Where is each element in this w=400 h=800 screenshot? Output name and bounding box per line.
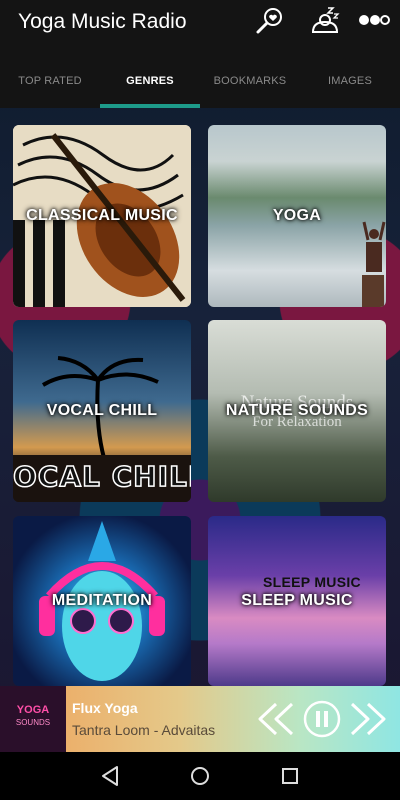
artwork-text-bottom: SOUNDS xyxy=(15,718,51,727)
genre-label: MEDITATION xyxy=(51,592,153,609)
tab-indicator xyxy=(100,104,200,108)
genre-card-meditation[interactable]: MEDITATION xyxy=(13,516,191,686)
previous-icon[interactable] xyxy=(256,700,296,738)
search-heart-icon[interactable] xyxy=(254,6,284,36)
next-icon[interactable] xyxy=(348,700,388,738)
app-bar: Yoga Music Radio TOP RATED GENRES BOOKMA… xyxy=(0,0,400,108)
vocal-chill-image-text: OCAL CHILLOU xyxy=(13,460,191,494)
back-icon[interactable] xyxy=(98,764,122,788)
genre-card-vocal-chill[interactable]: OCAL CHILLOU VOCAL CHILL xyxy=(13,320,191,502)
tab-bar: TOP RATED GENRES BOOKMARKS IMAGES xyxy=(0,68,400,108)
genre-label: YOGA xyxy=(272,207,322,224)
app-title: Yoga Music Radio xyxy=(18,10,187,33)
tab-bookmarks[interactable]: BOOKMARKS xyxy=(200,68,300,108)
app-root: Yoga Music Radio TOP RATED GENRES BOOKMA… xyxy=(0,0,400,800)
genre-card-sleep-music[interactable]: SLEEP MUSIC SLEEP MUSIC xyxy=(208,516,386,686)
genre-card-nature-sounds[interactable]: Nature Sounds For Relaxation NATURE SOUN… xyxy=(208,320,386,502)
tab-top-rated[interactable]: TOP RATED xyxy=(0,68,100,108)
genre-card-classical-music[interactable]: CLASSICAL MUSIC xyxy=(13,125,191,307)
home-icon[interactable] xyxy=(188,764,212,788)
track-artist: Tantra Loom - Advaitas xyxy=(72,722,216,738)
yoga-figure-icon xyxy=(362,221,386,307)
tab-genres[interactable]: GENRES xyxy=(100,68,200,108)
pause-icon[interactable] xyxy=(302,700,342,738)
artwork-text-top: YOGA xyxy=(16,704,50,716)
track-title: Flux Yoga xyxy=(72,700,138,716)
genre-label: NATURE SOUNDS xyxy=(225,402,369,419)
genre-label: SLEEP MUSIC xyxy=(241,592,353,609)
more-icon[interactable] xyxy=(358,10,390,30)
genre-label: CLASSICAL MUSIC xyxy=(26,207,178,224)
tab-images[interactable]: IMAGES xyxy=(300,68,400,108)
sleep-icon[interactable] xyxy=(310,6,340,36)
genre-label: VOCAL CHILL xyxy=(46,402,158,419)
sleep-image-text: SLEEP MUSIC xyxy=(263,574,361,590)
player-artwork: YOGA SOUNDS xyxy=(0,686,66,752)
recent-apps-icon[interactable] xyxy=(278,764,302,788)
mini-player[interactable]: YOGA SOUNDS Flux Yoga Tantra Loom - Adva… xyxy=(0,686,400,752)
system-nav-bar xyxy=(0,752,400,800)
genre-card-yoga[interactable]: YOGA xyxy=(208,125,386,307)
